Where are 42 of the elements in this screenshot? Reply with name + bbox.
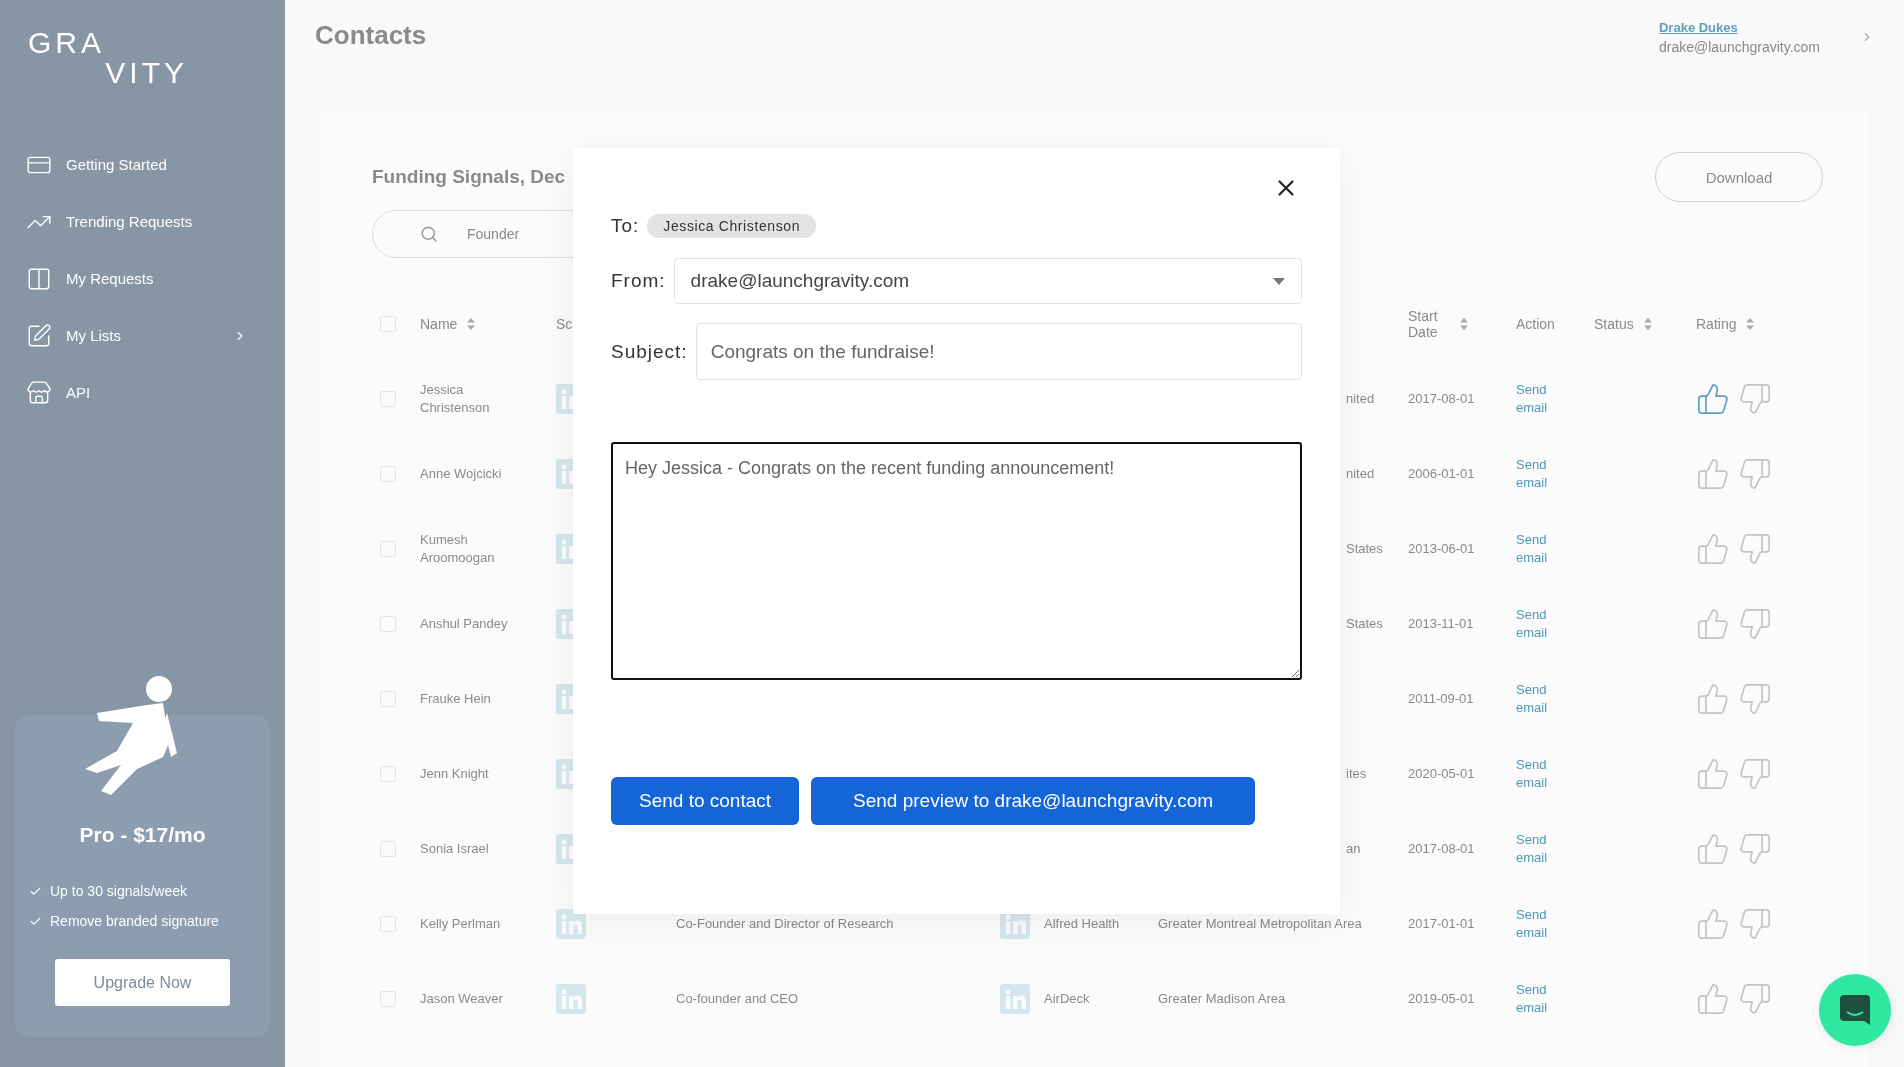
- column-header: Sc: [556, 315, 573, 332]
- name-cell-text: Anshul Pandey: [420, 614, 509, 633]
- date-cell-text: 2011-09-01: [1408, 689, 1475, 708]
- column-header: Action: [1516, 315, 1555, 332]
- from-label: From:: [611, 270, 666, 292]
- company-cell: AirDeck: [1044, 989, 1090, 1008]
- date-cell-text: 2019-05-01: [1408, 989, 1476, 1008]
- location-cell-text: ites: [1345, 766, 1368, 781]
- name-cell-text: Kumesh Aroomoogan: [420, 530, 496, 567]
- subject-label: Subject:: [611, 340, 688, 363]
- name-cell-text: Kelly Perlman: [420, 914, 502, 933]
- location-cell-text: an: [1345, 841, 1362, 856]
- location-cell-text: nited: [1345, 466, 1376, 481]
- name-cell-text: Jenn Knight: [420, 764, 490, 783]
- name-cell-text: Jessica Christenson: [420, 380, 491, 417]
- location-cell-text: Greater Madison Area: [1158, 989, 1287, 1008]
- name-cell-text: Sonia Israel: [420, 839, 490, 858]
- date-cell-text: 2013-11-01: [1408, 614, 1475, 633]
- feature-text: Up to 30 signals/week: [50, 883, 187, 899]
- user-email: drake@launchgravity.com: [1658, 39, 1820, 55]
- feature-text: Remove branded signature: [50, 913, 219, 929]
- date-cell-text: 2017-08-01: [1408, 389, 1476, 408]
- name-cell-text: Jason Weaver: [420, 989, 504, 1008]
- date-cell-text: 2013-06-01: [1408, 539, 1476, 558]
- name-cell-text: Frauke Hein: [420, 689, 492, 708]
- date-cell-text: 2017-08-01: [1408, 839, 1476, 858]
- logo: GRA VITY: [27, 28, 188, 88]
- location-cell-text: Greater Montreal Metropolitan Area: [1158, 914, 1363, 933]
- location-cell-text: States: [1345, 541, 1384, 556]
- date-cell-text: 2020-05-01: [1408, 764, 1476, 783]
- date-cell-text: 2017-01-01: [1408, 914, 1476, 933]
- to-label: To:: [611, 215, 640, 237]
- name-cell-text: Anne Wojcicki: [420, 464, 503, 483]
- plan-title: Pro - $17/mo: [79, 823, 206, 847]
- date-cell-text: 2006-01-01: [1408, 464, 1476, 483]
- location-cell-text: nited: [1345, 391, 1376, 406]
- panel-title: Funding Signals, Dec: [372, 166, 567, 188]
- page-title: Contacts: [315, 20, 428, 51]
- title-cell-text: Co-founder and CEO: [676, 989, 800, 1008]
- title-cell-text: Co-Founder and Director of Research: [676, 914, 895, 933]
- company-cell: Alfred Health: [1044, 914, 1120, 933]
- location-cell-text: States: [1345, 616, 1384, 631]
